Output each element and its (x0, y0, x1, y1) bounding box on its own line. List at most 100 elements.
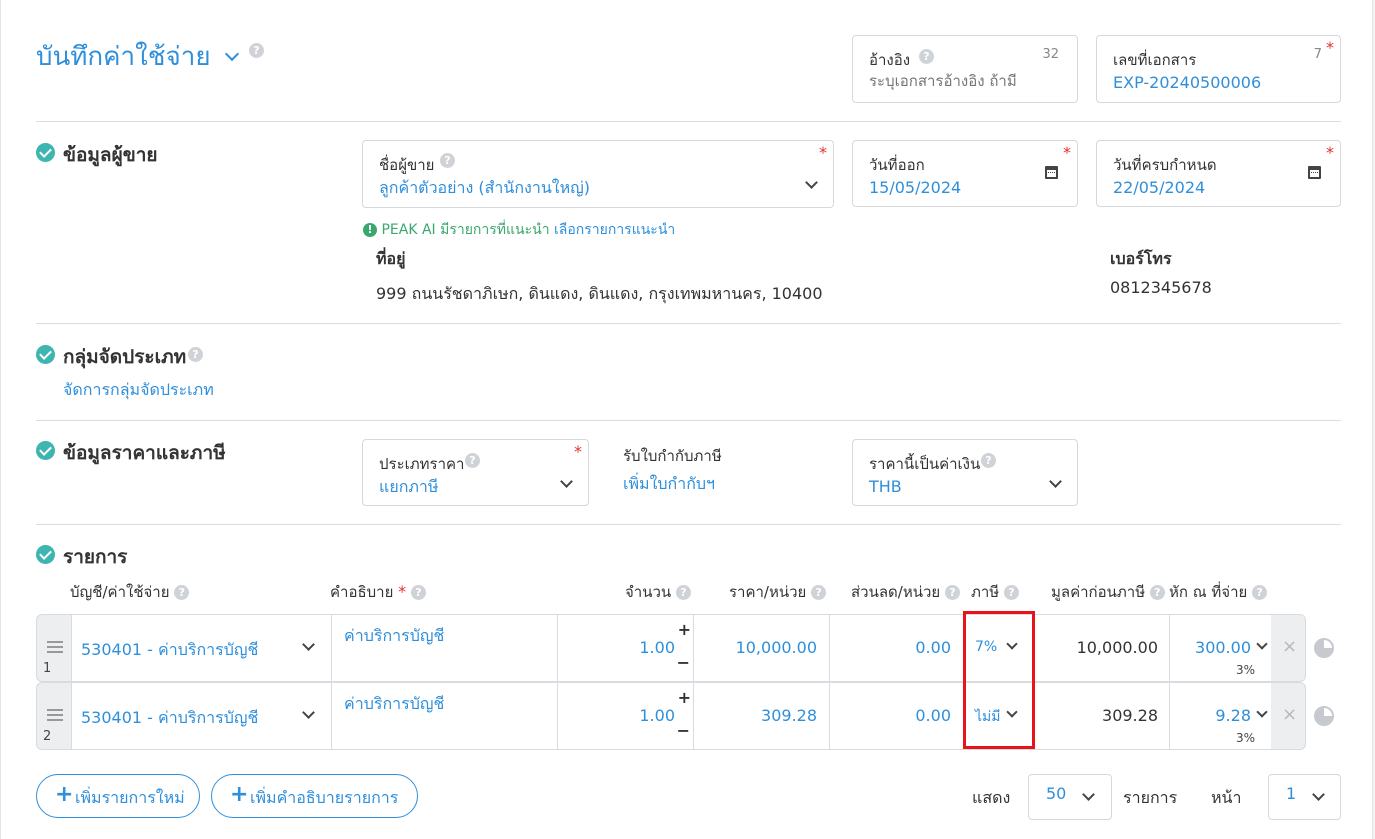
remove-row-icon[interactable]: × (1282, 704, 1297, 725)
decrement-button[interactable]: − (677, 653, 690, 672)
help-icon[interactable]: ? (675, 585, 691, 600)
withholding-select[interactable]: 300.00 3% (1169, 615, 1271, 681)
unit-price-input[interactable]: 10,000.00 (693, 615, 829, 681)
quantity-stepper[interactable]: 1.00 + − (557, 683, 693, 749)
help-icon[interactable]: ? (410, 585, 426, 600)
ai-hint-link[interactable]: เลือกรายการแนะนำ (554, 222, 675, 238)
vendor-select[interactable]: ชื่อผู้ขาย ? * ลูกค้าตัวอย่าง (สำนักงานใ… (362, 140, 834, 208)
description-input[interactable]: ค่าบริการบัญชี (331, 683, 557, 749)
help-icon[interactable]: ? (174, 585, 190, 600)
drag-handle-icon[interactable] (47, 709, 63, 721)
help-icon[interactable]: ? (249, 43, 264, 58)
plus-icon: + (230, 782, 249, 807)
calendar-icon[interactable] (1308, 166, 1321, 179)
chevron-down-icon (1312, 788, 1325, 801)
currency-value: THB (869, 477, 902, 496)
description-value: ค่าบริการบัญชี (344, 694, 445, 713)
chevron-down-icon (302, 638, 315, 651)
row-index: 1 (43, 661, 52, 676)
account-select[interactable]: 530401 - ค่าบริการบัญชี (71, 615, 331, 681)
help-icon[interactable]: ? (1003, 585, 1019, 600)
withholding-value: 300.00 (1195, 638, 1251, 657)
check-circle-icon (36, 441, 55, 460)
add-description-button[interactable]: + เพิ่มคำอธิบายรายการ (211, 774, 418, 818)
column-header-description: คำอธิบาย * ? (330, 580, 426, 604)
account-select[interactable]: 530401 - ค่าบริการบัญชี (71, 683, 331, 749)
show-label: แสดง (972, 788, 1011, 807)
increment-button[interactable]: + (678, 688, 691, 707)
increment-button[interactable]: + (678, 620, 691, 639)
vendor-value: ลูกค้าตัวอย่าง (สำนักงานใหญ่) (379, 178, 591, 197)
help-icon[interactable]: ? (1149, 585, 1165, 600)
items-section-title: รายการ (63, 546, 128, 568)
due-date-field[interactable]: วันที่ครบกำหนด * 22/05/2024 (1096, 140, 1341, 207)
quantity-value: 1.00 (639, 706, 675, 725)
issue-date-field[interactable]: วันที่ออก * 15/05/2024 (852, 140, 1078, 207)
page-title[interactable]: บันทึกค่าใช้จ่าย (36, 36, 239, 77)
tax-invoice-label: รับใบกำกับภาษี (623, 447, 722, 465)
remove-row-icon[interactable]: × (1282, 636, 1297, 657)
help-icon[interactable]: ? (465, 453, 480, 468)
required-mark: * (574, 442, 582, 461)
help-icon[interactable]: ? (944, 585, 960, 600)
help-icon[interactable]: ? (919, 49, 934, 64)
reference-label: อ้างอิง (869, 51, 911, 69)
issue-date-label: วันที่ออก (869, 156, 925, 174)
price-type-value: แยกภาษี (379, 477, 439, 496)
unit-price-value: 309.28 (761, 706, 817, 725)
required-mark: * (1063, 143, 1071, 162)
column-header-qty: จำนวน ? (625, 580, 691, 604)
pretax-value: 10,000.00 (1076, 638, 1158, 657)
reference-input[interactable] (869, 72, 1059, 90)
withholding-rate: 3% (1235, 663, 1255, 677)
help-icon[interactable]: ? (440, 153, 455, 168)
quantity-stepper[interactable]: 1.00 + − (557, 615, 693, 681)
quantity-value: 1.00 (639, 638, 675, 657)
unit-price-input[interactable]: 309.28 (693, 683, 829, 749)
help-icon[interactable]: ? (188, 347, 203, 362)
page-value: 1 (1286, 784, 1297, 803)
discount-input[interactable]: 0.00 (829, 683, 964, 749)
required-mark: * (398, 582, 407, 601)
currency-select[interactable]: ราคานี้เป็นค่าเงิน ? THB (852, 439, 1078, 506)
price-type-select[interactable]: ประเภทราคา ? * แยกภาษี (362, 439, 589, 506)
decrement-button[interactable]: − (677, 721, 690, 740)
price-type-label: ประเภทราคา (379, 455, 465, 473)
page-select[interactable]: 1 (1268, 774, 1341, 820)
column-header-withholding: หัก ณ ที่จ่าย ? (1169, 580, 1268, 604)
phone-label: เบอร์โทร (1110, 249, 1172, 268)
column-header-unit-price: ราคา/หน่วย ? (729, 580, 827, 604)
vendor-label: ชื่อผู้ขาย (379, 156, 435, 174)
add-tax-invoice-link[interactable]: เพิ่มใบกำกับฯ (623, 472, 715, 497)
reference-field[interactable]: อ้างอิง ? 32 (852, 35, 1078, 103)
help-icon[interactable]: ? (981, 453, 996, 468)
chevron-down-icon (224, 46, 239, 62)
discount-input[interactable]: 0.00 (829, 615, 964, 681)
document-number-field[interactable]: เลขที่เอกสาร 7 * EXP-20240500006 (1096, 35, 1341, 103)
info-icon: ! (363, 223, 377, 237)
check-circle-icon (36, 345, 55, 364)
required-mark: * (819, 143, 827, 162)
required-mark: * (1326, 38, 1334, 57)
due-date-label: วันที่ครบกำหนด (1113, 156, 1217, 174)
page-size-value: 50 (1046, 784, 1067, 803)
check-circle-icon (36, 143, 55, 162)
help-icon[interactable]: ? (811, 585, 827, 600)
column-header-account: บัญชี/ค่าใช้จ่าย ? (70, 580, 190, 604)
withholding-select[interactable]: 9.28 3% (1169, 683, 1271, 749)
description-value: ค่าบริการบัญชี (344, 626, 445, 645)
calendar-icon[interactable] (1045, 166, 1058, 179)
pie-chart-icon[interactable] (1314, 706, 1334, 726)
withholding-rate: 3% (1235, 731, 1255, 745)
manage-category-link[interactable]: จัดการกลุ่มจัดประเภท (63, 378, 214, 403)
drag-handle-icon[interactable] (47, 641, 63, 653)
document-number-counter: 7 (1313, 47, 1322, 62)
add-item-button[interactable]: + เพิ่มรายการใหม่ (36, 774, 200, 818)
ai-hint-text: PEAK AI มีรายการที่แนะนำ (381, 222, 550, 238)
page-size-select[interactable]: 50 (1028, 774, 1112, 820)
table-row: 1 530401 - ค่าบริการบัญชี ค่าบริการบัญชี… (36, 614, 1306, 682)
divider (36, 420, 1341, 421)
help-icon[interactable]: ? (1252, 585, 1268, 600)
pie-chart-icon[interactable] (1314, 638, 1334, 658)
description-input[interactable]: ค่าบริการบัญชี (331, 615, 557, 681)
